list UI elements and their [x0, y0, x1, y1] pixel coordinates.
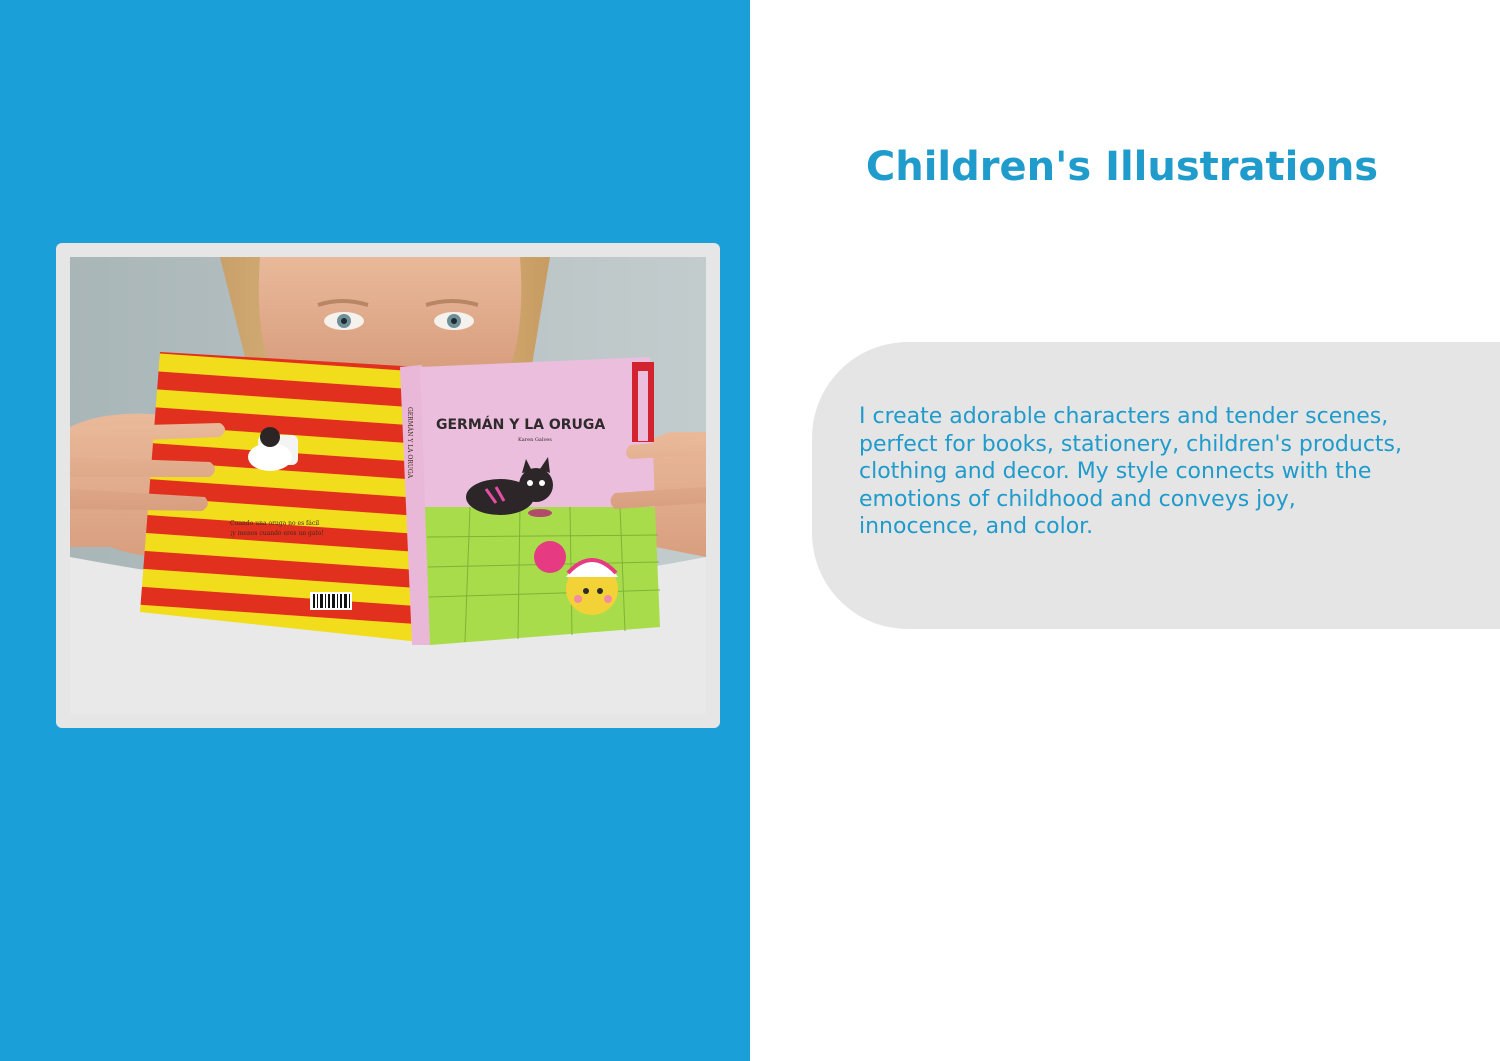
- page-title: Children's Illustrations: [865, 144, 1379, 190]
- right-eye: [434, 312, 474, 330]
- barcode: [310, 592, 352, 610]
- back-text-line2: ¡y menos cuando eres un gato!: [230, 530, 324, 537]
- left-fingers: [70, 423, 225, 511]
- left-eye: [324, 312, 364, 330]
- spine-title: GERMÁN Y LA ORUGA: [406, 407, 413, 479]
- book-photo-illustration: Cuando una oruga no es fácil ¡y menos cu…: [70, 257, 706, 714]
- description-box: I create adorable characters and tender …: [812, 342, 1500, 629]
- description-text: I create adorable characters and tender …: [859, 404, 1402, 539]
- back-text-line1: Cuando una oruga no es fácil: [230, 520, 319, 527]
- left-blue-panel: Cuando una oruga no es fácil ¡y menos cu…: [0, 0, 750, 1061]
- photo-frame: Cuando una oruga no es fácil ¡y menos cu…: [56, 243, 720, 728]
- cover-author: Karen Galves: [518, 437, 552, 443]
- cover-title: GERMÁN Y LA ORUGA: [436, 416, 605, 433]
- book-photo: Cuando una oruga no es fácil ¡y menos cu…: [70, 257, 706, 714]
